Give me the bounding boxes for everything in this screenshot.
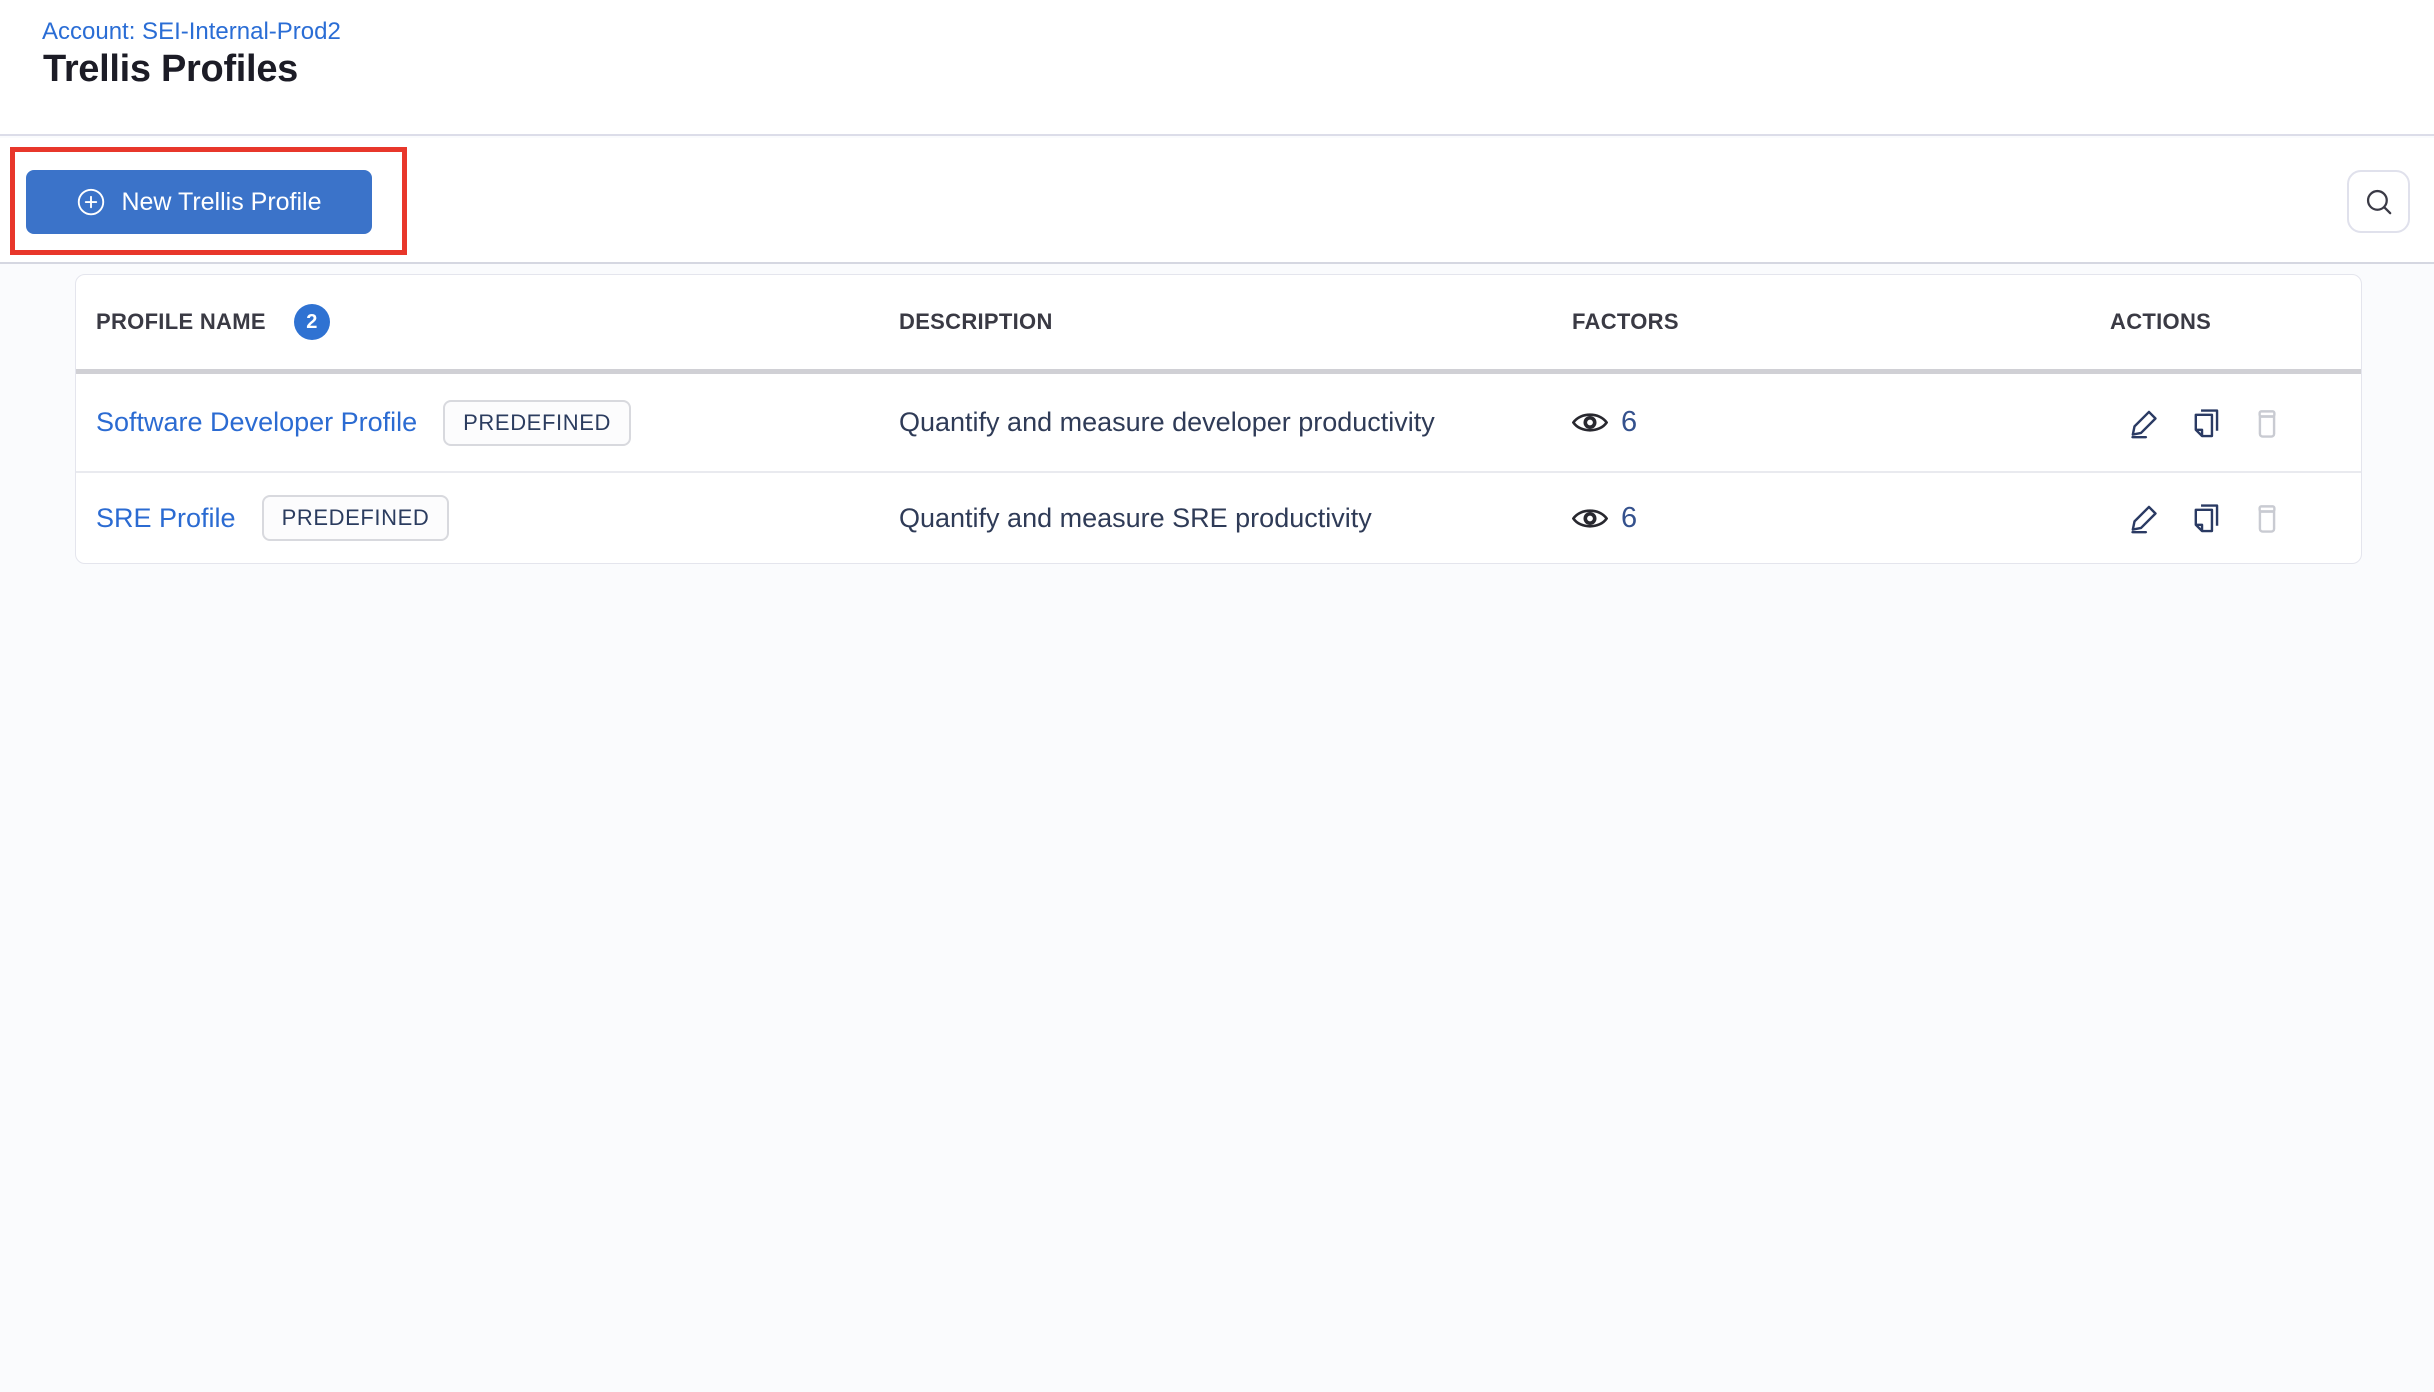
magnifier-icon <box>2363 186 2395 218</box>
actions-cell <box>2090 406 2361 440</box>
new-trellis-profile-button[interactable]: New Trellis Profile <box>26 170 372 234</box>
profile-link[interactable]: Software Developer Profile <box>96 407 417 438</box>
table-row: SRE Profile PREDEFINED Quantify and meas… <box>76 473 2361 563</box>
description-text: Quantify and measure developer productiv… <box>899 407 1435 437</box>
profile-name-cell: Software Developer Profile PREDEFINED <box>76 399 879 446</box>
predefined-tag: PREDEFINED <box>261 495 450 541</box>
profile-count-badge: 2 <box>293 304 330 340</box>
actions-cell <box>2090 501 2361 535</box>
page-title: Trellis Profiles <box>43 48 298 90</box>
factors-count: 6 <box>1621 406 1638 438</box>
trash-icon[interactable] <box>2250 406 2284 440</box>
edit-pencil-icon[interactable] <box>2128 501 2162 535</box>
page-header: Account: SEI-Internal-Prod2 Trellis Prof… <box>0 0 2434 136</box>
profiles-table: PROFILE NAME 2 DESCRIPTION FACTORS ACTIO… <box>75 274 2362 564</box>
column-header-profile-name: PROFILE NAME 2 <box>76 304 879 340</box>
actions-header-label: ACTIONS <box>2110 309 2212 334</box>
column-header-description: DESCRIPTION <box>879 309 1552 335</box>
factors-cell: 6 <box>1552 502 2090 535</box>
plus-circle-icon <box>76 187 106 217</box>
description-header-label: DESCRIPTION <box>899 309 1053 334</box>
factors-header-label: FACTORS <box>1572 309 1679 334</box>
description-text: Quantify and measure SRE productivity <box>899 502 1372 533</box>
trash-icon[interactable] <box>2250 501 2284 535</box>
table-row: Software Developer Profile PREDEFINED Qu… <box>76 374 2361 473</box>
description-cell: Quantify and measure SRE productivity <box>879 503 1552 534</box>
profile-name-header-label: PROFILE NAME <box>96 309 266 334</box>
search-button[interactable] <box>2347 170 2410 233</box>
factors-cell: 6 <box>1552 406 2090 439</box>
table-header-row: PROFILE NAME 2 DESCRIPTION FACTORS ACTIO… <box>76 275 2361 374</box>
eye-icon <box>1572 506 1608 531</box>
predefined-tag: PREDEFINED <box>443 399 631 446</box>
edit-pencil-icon[interactable] <box>2128 406 2162 440</box>
account-breadcrumb-link[interactable]: Account: SEI-Internal-Prod2 <box>42 18 341 46</box>
eye-icon <box>1572 410 1608 435</box>
column-header-factors: FACTORS <box>1552 309 2090 335</box>
profile-name-cell: SRE Profile PREDEFINED <box>76 495 879 541</box>
description-cell: Quantify and measure developer productiv… <box>879 407 1552 438</box>
copy-icon[interactable] <box>2189 501 2223 535</box>
profile-link[interactable]: SRE Profile <box>96 503 236 534</box>
factors-count: 6 <box>1621 501 1638 534</box>
new-trellis-profile-label: New Trellis Profile <box>121 187 322 216</box>
column-header-actions: ACTIONS <box>2090 309 2361 335</box>
copy-icon[interactable] <box>2189 406 2223 440</box>
